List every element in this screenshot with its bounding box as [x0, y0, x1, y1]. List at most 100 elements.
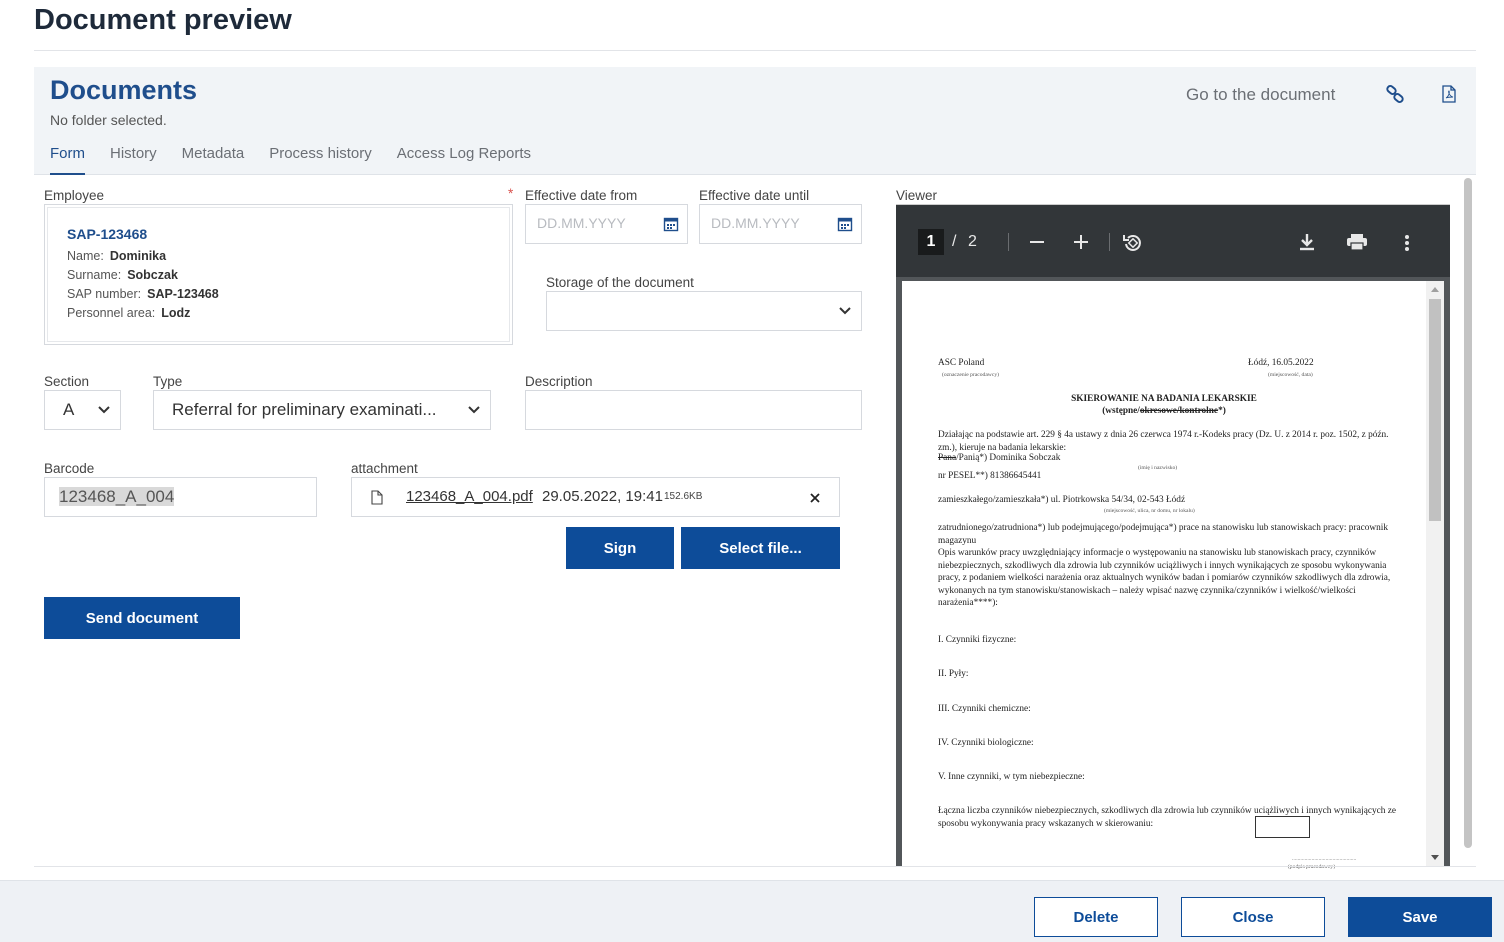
page-scroll-thumb[interactable] [1464, 178, 1472, 848]
calendar-icon[interactable] [837, 216, 853, 232]
employee-card[interactable]: SAP-123468 Name: Dominika Surname: Sobczak… [44, 204, 513, 345]
employee-area-row: Personnel area: Lodz [67, 306, 190, 320]
doc-place-date: Łódź, 16.05.2022 [1248, 358, 1314, 368]
sign-button[interactable]: Sign [566, 527, 674, 569]
page-separator: / [952, 233, 957, 250]
more-options-icon[interactable] [1404, 234, 1410, 252]
chevron-down-icon [839, 307, 851, 315]
employee-id[interactable]: SAP-123468 [67, 226, 147, 242]
zoom-in-icon[interactable] [1073, 234, 1089, 250]
delete-button[interactable]: Delete [1034, 897, 1158, 937]
doc-para3: Opis warunków pracy uwzględniający infor… [938, 548, 1391, 609]
doc-item5: V. Inne czynniki, w tym niebezpieczne: [938, 772, 1085, 782]
doc-para4: Łączna liczba czynników niebezpiecznych,… [938, 806, 1396, 829]
viewer-scrollbar[interactable] [1426, 281, 1444, 867]
storage-label: Storage of the document [546, 275, 694, 290]
viewer-scroll-thumb[interactable] [1429, 299, 1441, 521]
person-struck: Pana [938, 453, 957, 463]
doc-place-date-note: (miejscowość, data) [1268, 372, 1313, 378]
doc-employer: ASC Poland [938, 358, 985, 368]
link-icon[interactable] [1382, 81, 1408, 107]
documents-title: Documents [50, 75, 198, 105]
employee-surname-row: Surname: Sobczak [67, 268, 178, 282]
zoom-out-icon[interactable] [1028, 235, 1046, 249]
type-label: Type [153, 374, 183, 389]
tab-bar: Form History Metadata Process history Ac… [50, 145, 556, 175]
doc-item3: III. Czynniki chemiczne: [938, 704, 1031, 714]
sap-value: SAP-123468 [147, 287, 219, 301]
doc-employer-note: (oznaczenie pracodawcy) [942, 372, 999, 378]
attachment-filename-link[interactable]: 123468_A_004.pdf [406, 488, 533, 505]
tab-form[interactable]: Form [50, 145, 85, 175]
employee-name-row: Name: Dominika [67, 249, 166, 263]
chevron-down-icon [468, 406, 480, 414]
effective-until-input[interactable]: DD.MM.YYYY [699, 204, 862, 244]
doc-para2: zatrudnionego/zatrudniona*) lub podejmuj… [938, 523, 1388, 546]
area-value: Lodz [161, 306, 191, 320]
rotate-icon[interactable] [1122, 232, 1144, 254]
subheading-post: *) [1218, 406, 1226, 416]
tab-history[interactable]: History [110, 145, 157, 175]
tab-access-log-reports[interactable]: Access Log Reports [397, 145, 531, 175]
doc-count-box [1255, 816, 1310, 838]
page-scrollbar[interactable] [1462, 178, 1474, 852]
effective-until-label: Effective date until [699, 188, 810, 203]
attachment-label: attachment [351, 461, 418, 476]
barcode-label: Barcode [44, 461, 95, 476]
scroll-up-icon[interactable] [1431, 286, 1439, 292]
viewer-toolbar: 1 / 2 [896, 205, 1450, 277]
save-button[interactable]: Save [1348, 897, 1492, 937]
employee-sap-row: SAP number: SAP-123468 [67, 287, 219, 301]
section-label: Section [44, 374, 90, 389]
tab-metadata[interactable]: Metadata [182, 145, 245, 175]
select-file-button[interactable]: Select file... [681, 527, 840, 569]
file-icon [371, 490, 383, 505]
documents-header: Documents No folder selected. Go to the … [34, 67, 1476, 175]
close-icon[interactable] [809, 492, 821, 504]
doc-item2: II. Pyły: [938, 669, 969, 679]
title-divider [34, 50, 1476, 51]
doc-person-note: (imię i nazwisko) [1138, 465, 1178, 471]
description-input[interactable] [525, 390, 862, 430]
sap-label: SAP number: [67, 287, 142, 301]
pdf-page: ASC Poland (oznaczenie pracodawcy) Łódź,… [902, 281, 1426, 871]
name-value: Dominika [109, 249, 167, 263]
total-pages: 2 [968, 233, 977, 250]
section-value: A [63, 400, 75, 419]
footer-bar: Delete Close Save [0, 880, 1504, 942]
doc-pesel: nr PESEL**) 81386645441 [938, 471, 1042, 481]
doc-heading: SKIEROWANIE NA BADANIA LEKARSKIE [1071, 394, 1257, 404]
pdf-icon[interactable] [1436, 81, 1462, 107]
barcode-field[interactable]: 123468_A_004 [44, 477, 317, 517]
current-page-input[interactable]: 1 [918, 229, 944, 255]
download-icon[interactable] [1298, 233, 1316, 251]
effective-from-input[interactable]: DD.MM.YYYY [525, 204, 688, 244]
required-marker: * [508, 186, 514, 201]
go-to-document-link[interactable]: Go to the document [1186, 85, 1335, 105]
scroll-down-icon[interactable] [1431, 855, 1439, 861]
section-select[interactable]: A [44, 390, 121, 430]
surname-label: Surname: [67, 268, 122, 282]
area-label: Personnel area: [67, 306, 156, 320]
doc-address-note: (miejscowość, ulica, nr domu, nr lokalu) [1104, 508, 1195, 514]
barcode-value: 123468_A_004 [59, 487, 175, 506]
effective-from-placeholder: DD.MM.YYYY [537, 215, 626, 231]
effective-from-label: Effective date from [525, 188, 638, 203]
tab-process-history[interactable]: Process history [269, 145, 372, 175]
close-button[interactable]: Close [1181, 897, 1325, 937]
chevron-down-icon [98, 406, 110, 414]
storage-select[interactable] [546, 291, 862, 331]
description-label: Description [525, 374, 593, 389]
attachment-field: 123468_A_004.pdf 29.05.2022, 19:41 152.6… [351, 477, 840, 517]
attachment-size: 152.6KB [664, 491, 703, 502]
subheading-pre: (wstępne/ [1102, 406, 1140, 416]
print-icon[interactable] [1346, 233, 1368, 251]
send-document-button[interactable]: Send document [44, 597, 240, 639]
type-select[interactable]: Referral for preliminary examinati... [153, 390, 491, 430]
calendar-icon[interactable] [663, 216, 679, 232]
attachment-datetime: 29.05.2022, 19:41 [542, 488, 663, 505]
surname-value: Sobczak [127, 268, 178, 282]
toolbar-divider [1109, 233, 1110, 251]
doc-person: Pana/Panią*) Dominika Sobczak [938, 452, 1060, 465]
person-rest: /Panią*) Dominika Sobczak [956, 453, 1061, 463]
